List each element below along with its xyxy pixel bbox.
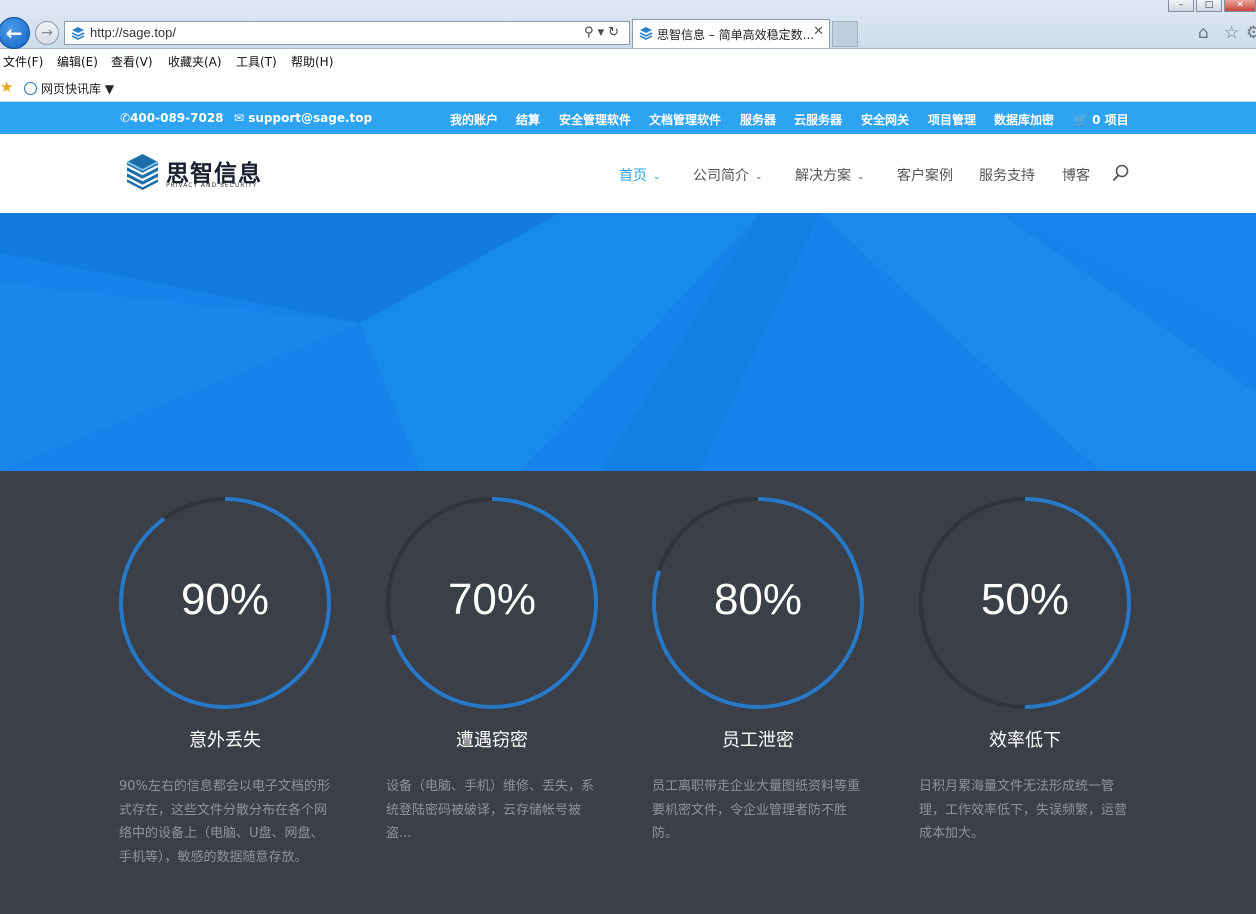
favorites-bar: ★ 网页快讯库 ▼	[0, 73, 1256, 102]
site-favicon-icon	[71, 27, 85, 40]
ie-icon	[24, 82, 37, 95]
back-button[interactable]: ←	[0, 17, 30, 49]
menu-favorites[interactable]: 收藏夹(A)	[168, 53, 222, 70]
menu-view[interactable]: 查看(V)	[111, 53, 153, 70]
back-arrow-icon: ←	[5, 21, 23, 45]
envelope-icon: ✉	[234, 111, 245, 125]
stat-value: 90%	[180, 575, 270, 624]
minimize-button[interactable]: –	[1168, 0, 1194, 12]
cart-icon: 🛒	[1073, 113, 1088, 127]
stat-title: 遭遇窃密	[456, 730, 528, 751]
chevron-down-icon: ⌄	[755, 172, 763, 182]
hero-background	[0, 213, 1256, 471]
nav-about[interactable]: 公司简介 ⌄	[693, 165, 763, 185]
chevron-down-icon: ▼	[104, 82, 115, 96]
stat-description: 日积月累海量文件无法形成统一管理，工作效率低下，失误频繁，运营成本加大。	[919, 779, 1128, 841]
address-tools: ⚲▾↻	[584, 25, 623, 40]
search-icon[interactable]	[1112, 164, 1130, 182]
favorites-link-label: 网页快讯库	[41, 82, 102, 96]
tab-favicon-icon	[639, 27, 653, 40]
logo-mark-icon	[126, 154, 159, 190]
menu-tools[interactable]: 工具(T)	[236, 53, 277, 70]
cart-link[interactable]: 🛒 0 项目	[1073, 111, 1129, 128]
menu-help[interactable]: 帮助(H)	[291, 53, 333, 70]
site-top-bar: ✆400-089-7028 ✉ support@sage.top 我的账户 结算…	[0, 102, 1256, 134]
refresh-icon[interactable]: ↻	[608, 25, 623, 40]
phone-link[interactable]: ✆400-089-7028	[120, 111, 224, 125]
favorites-link[interactable]: 网页快讯库 ▼	[24, 80, 114, 97]
tab-title: 思智信息 – 简单高效稳定数...	[657, 28, 815, 42]
new-tab-button[interactable]	[832, 21, 858, 47]
email-address: support@sage.top	[248, 111, 373, 125]
menu-edit[interactable]: 编辑(E)	[57, 53, 98, 70]
logo-subtitle: PRIVACY AND SECURITY	[166, 182, 258, 189]
toplink-project-management[interactable]: 项目管理	[928, 111, 976, 128]
stat-value: 50%	[980, 575, 1070, 624]
toplink-security-gateway[interactable]: 安全网关	[861, 111, 909, 128]
site-logo[interactable]: 思智信息 PRIVACY AND SECURITY	[126, 153, 266, 193]
stats-section: 90% 意外丢失 90%左右的信息都会以电子文档的形式存在，这些文件分散分布在各…	[0, 471, 1256, 914]
toplink-servers[interactable]: 服务器	[740, 111, 776, 128]
email-link[interactable]: ✉ support@sage.top	[234, 111, 372, 125]
chevron-down-icon: ⌄	[653, 172, 661, 182]
chevron-down-icon: ⌄	[857, 172, 865, 182]
toplink-document-software[interactable]: 文档管理软件	[649, 111, 721, 128]
browser-toolbar: ← → http://sage.top/ ⚲▾↻ 思智信息 – 简单高效稳定数.…	[0, 0, 1256, 49]
home-icon[interactable]: ⌂	[1198, 23, 1209, 43]
forward-button[interactable]: →	[35, 21, 59, 45]
browser-tab[interactable]: 思智信息 – 简单高效稳定数... ✕	[632, 19, 830, 48]
nav-solutions-label: 解决方案	[795, 168, 851, 184]
phone-number: 400-089-7028	[130, 111, 224, 125]
nav-support[interactable]: 服务支持	[979, 165, 1035, 185]
url-text: http://sage.top/	[90, 25, 177, 40]
maximize-button[interactable]: □	[1196, 0, 1222, 12]
hero-banner	[0, 213, 1256, 471]
forward-arrow-icon: →	[41, 25, 53, 41]
phone-icon: ✆	[120, 111, 131, 125]
menu-file[interactable]: 文件(F)	[3, 53, 43, 70]
stat-title: 效率低下	[989, 730, 1061, 751]
stat-value: 70%	[447, 575, 537, 624]
stat-description: 设备（电脑、手机）维修、丢失，系统登陆密码被破译，云存储帐号被盗...	[386, 779, 595, 841]
search-icon[interactable]: ⚲	[584, 25, 598, 40]
cart-count: 0 项目	[1092, 113, 1129, 127]
nav-about-label: 公司简介	[693, 168, 749, 184]
stat-value: 80%	[713, 575, 803, 624]
address-bar[interactable]: http://sage.top/ ⚲▾↻	[64, 21, 630, 45]
toplink-database-encryption[interactable]: 数据库加密	[994, 111, 1054, 128]
nav-solutions[interactable]: 解决方案 ⌄	[795, 165, 865, 185]
toplink-account[interactable]: 我的账户	[450, 111, 498, 128]
nav-home-label: 首页	[619, 168, 647, 184]
stat-description: 90%左右的信息都会以电子文档的形式存在，这些文件分散分布在各个网络中的设备上（…	[119, 779, 330, 865]
stat-title: 员工泄密	[722, 730, 794, 751]
toplink-security-software[interactable]: 安全管理软件	[559, 111, 631, 128]
favorites-star-icon[interactable]: ☆	[1224, 23, 1239, 43]
favorites-add-icon[interactable]: ★	[0, 78, 13, 96]
stat-title: 意外丢失	[189, 730, 261, 751]
nav-cases[interactable]: 客户案例	[897, 165, 953, 185]
toplink-cloud-servers[interactable]: 云服务器	[794, 111, 842, 128]
menu-bar: 文件(F) 编辑(E) 查看(V) 收藏夹(A) 工具(T) 帮助(H)	[0, 49, 1256, 73]
toplink-checkout[interactable]: 结算	[516, 111, 540, 128]
settings-gear-icon[interactable]: ⚙	[1246, 23, 1256, 43]
close-window-button[interactable]: ✕	[1224, 0, 1256, 12]
dropdown-icon[interactable]: ▾	[598, 25, 609, 40]
stat-description: 员工离职带走企业大量图纸资料等重要机密文件，令企业管理者防不胜防。	[652, 779, 861, 841]
site-header: 思智信息 PRIVACY AND SECURITY 首页 ⌄ 公司简介 ⌄ 解决方案…	[0, 134, 1256, 213]
nav-home[interactable]: 首页 ⌄	[619, 165, 661, 185]
nav-blog[interactable]: 博客	[1062, 165, 1090, 185]
close-icon[interactable]: ✕	[813, 24, 824, 39]
